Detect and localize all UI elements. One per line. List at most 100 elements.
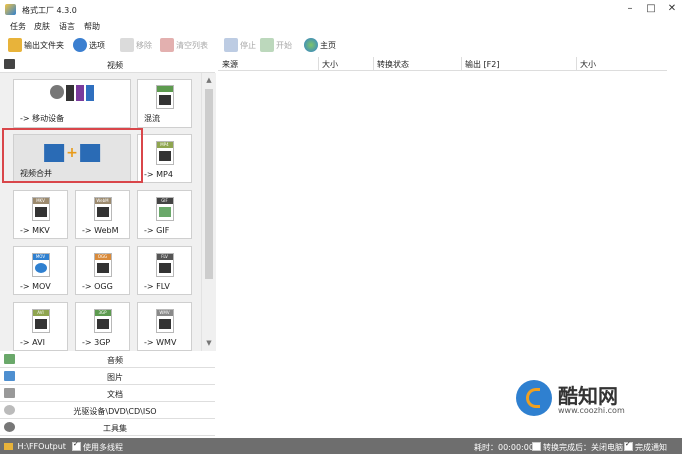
- tile-mp4-label: -> MP4: [144, 170, 173, 179]
- start-label: 开始: [276, 40, 292, 50]
- status-bar: H:\FFOutput 使用多线程 耗时：00:00:00 转换完成后：关闭电脑…: [0, 438, 682, 454]
- tile-mux[interactable]: 混流: [137, 79, 192, 128]
- watermark-logo-icon: [516, 380, 552, 416]
- mkv-file-icon: MKV: [31, 197, 50, 221]
- minimize-button[interactable]: –: [622, 3, 638, 14]
- tile-webm[interactable]: WebM -> WebM: [75, 190, 130, 239]
- tile-avi[interactable]: AVI -> AVI: [13, 302, 68, 351]
- category-video[interactable]: 视频: [0, 57, 215, 73]
- flv-file-icon: FLV: [155, 253, 174, 277]
- category-video-label: 视频: [107, 61, 123, 70]
- tile-gif[interactable]: GIF -> GIF: [137, 190, 192, 239]
- video-join-highlight: [2, 128, 143, 183]
- tile-mkv-label: -> MKV: [20, 226, 50, 235]
- tile-wmv[interactable]: WMV -> WMV: [137, 302, 192, 351]
- remove-button[interactable]: 移除: [120, 36, 152, 54]
- tile-mkv[interactable]: MKV -> MKV: [13, 190, 68, 239]
- after-convert-checkbox[interactable]: 转换完成后：关闭电脑: [532, 442, 623, 453]
- category-audio-label: 音频: [107, 356, 123, 365]
- menu-help[interactable]: 帮助: [84, 21, 100, 32]
- tile-mobile-devices[interactable]: -> 移动设备: [13, 79, 131, 128]
- category-tools[interactable]: 工具集: [0, 420, 215, 436]
- maximize-button[interactable]: □: [643, 3, 659, 14]
- mp4-file-icon: MP4: [155, 141, 174, 165]
- watermark-brand: 酷知网: [558, 384, 618, 408]
- col-output[interactable]: 输出 [F2]: [465, 59, 499, 70]
- menu-bar: 任务 皮肤 语言 帮助: [0, 20, 682, 33]
- output-path-value: H:\FFOutput: [17, 442, 66, 451]
- category-panel: 视频 -> 移动设备 混流 + 视频合并 MP4 -> MP4 MKV -> M…: [0, 57, 216, 438]
- category-audio[interactable]: 音频: [0, 352, 215, 368]
- watermark-url: www.coozhi.com: [558, 406, 625, 415]
- start-button[interactable]: 开始: [260, 36, 292, 54]
- scroll-up-icon[interactable]: ▲: [205, 76, 213, 84]
- checkbox-icon: [72, 440, 81, 451]
- mux-icon: [155, 85, 174, 109]
- output-folder-button[interactable]: 输出文件夹: [8, 36, 64, 54]
- tile-flv-label: -> FLV: [144, 282, 170, 291]
- tile-3gp-label: -> 3GP: [82, 338, 111, 347]
- col-status[interactable]: 转换状态: [377, 59, 409, 70]
- video-tiles-area: -> 移动设备 混流 + 视频合并 MP4 -> MP4 MKV -> MKV …: [0, 73, 201, 351]
- avi-file-icon: AVI: [31, 309, 50, 333]
- webm-file-icon: WebM: [93, 197, 112, 221]
- tile-3gp[interactable]: 3GP -> 3GP: [75, 302, 130, 351]
- wmv-file-icon: WMV: [155, 309, 174, 333]
- tile-flv[interactable]: FLV -> FLV: [137, 246, 192, 295]
- 3gp-file-icon: 3GP: [93, 309, 112, 333]
- notify-checkbox[interactable]: 完成通知: [624, 440, 667, 453]
- scroll-down-icon[interactable]: ▼: [205, 339, 213, 347]
- folder-icon: [4, 443, 13, 450]
- tiles-scrollbar[interactable]: ▲ ▼: [201, 73, 216, 351]
- tile-mov[interactable]: MOV -> MOV: [13, 246, 68, 295]
- notify-label: 完成通知: [635, 443, 667, 452]
- checkbox-icon: [624, 440, 633, 451]
- close-button[interactable]: ✕: [664, 3, 680, 14]
- tile-wmv-label: -> WMV: [144, 338, 177, 347]
- clear-list-label: 清空列表: [176, 40, 208, 50]
- task-list-header: 来源 大小 转换状态 输出 [F2] 大小: [218, 57, 667, 71]
- home-globe-icon: [304, 38, 318, 52]
- ogg-file-icon: OGG: [93, 253, 112, 277]
- checkbox-icon: [532, 442, 541, 451]
- home-label: 主页: [320, 40, 336, 50]
- category-optical[interactable]: 光驱设备\DVD\CD\ISO: [0, 403, 215, 419]
- gif-file-icon: GIF: [155, 197, 174, 221]
- category-picture-label: 图片: [107, 373, 123, 382]
- remove-label: 移除: [136, 40, 152, 50]
- tile-ogg[interactable]: OGG -> OGG: [75, 246, 130, 295]
- col-source[interactable]: 来源: [222, 59, 238, 70]
- output-folder-label: 输出文件夹: [24, 40, 64, 50]
- multithread-checkbox[interactable]: 使用多线程: [72, 440, 123, 453]
- tile-gif-label: -> GIF: [144, 226, 170, 235]
- mobile-devices-icon: [50, 85, 94, 101]
- menu-task[interactable]: 任务: [10, 21, 26, 32]
- title-bar: 格式工厂 4.3.0 – □ ✕: [0, 0, 682, 20]
- output-path-field[interactable]: H:\FFOutput: [4, 442, 66, 451]
- col-size[interactable]: 大小: [322, 59, 338, 70]
- tile-mobile-devices-label: -> 移动设备: [20, 114, 65, 123]
- clear-icon: [160, 38, 174, 52]
- category-document-label: 文档: [107, 390, 123, 399]
- options-icon: [73, 38, 87, 52]
- stop-icon: [224, 38, 238, 52]
- tile-avi-label: -> AVI: [20, 338, 45, 347]
- category-document[interactable]: 文档: [0, 386, 215, 402]
- tile-mp4[interactable]: MP4 -> MP4: [137, 134, 192, 183]
- clear-list-button[interactable]: 清空列表: [160, 36, 208, 54]
- stop-button[interactable]: 停止: [224, 36, 256, 54]
- options-label: 选项: [89, 40, 105, 50]
- scroll-thumb[interactable]: [205, 89, 213, 279]
- category-picture[interactable]: 图片: [0, 369, 215, 385]
- start-icon: [260, 38, 274, 52]
- menu-skin[interactable]: 皮肤: [34, 21, 50, 32]
- category-optical-label: 光驱设备\DVD\CD\ISO: [73, 407, 157, 416]
- category-tools-label: 工具集: [103, 424, 127, 433]
- stop-label: 停止: [240, 40, 256, 50]
- col-output-size[interactable]: 大小: [580, 59, 596, 70]
- options-button[interactable]: 选项: [73, 36, 105, 54]
- home-button[interactable]: 主页: [304, 36, 336, 54]
- tile-mux-label: 混流: [144, 114, 160, 123]
- menu-language[interactable]: 语言: [59, 21, 75, 32]
- window-title: 格式工厂 4.3.0: [22, 6, 77, 15]
